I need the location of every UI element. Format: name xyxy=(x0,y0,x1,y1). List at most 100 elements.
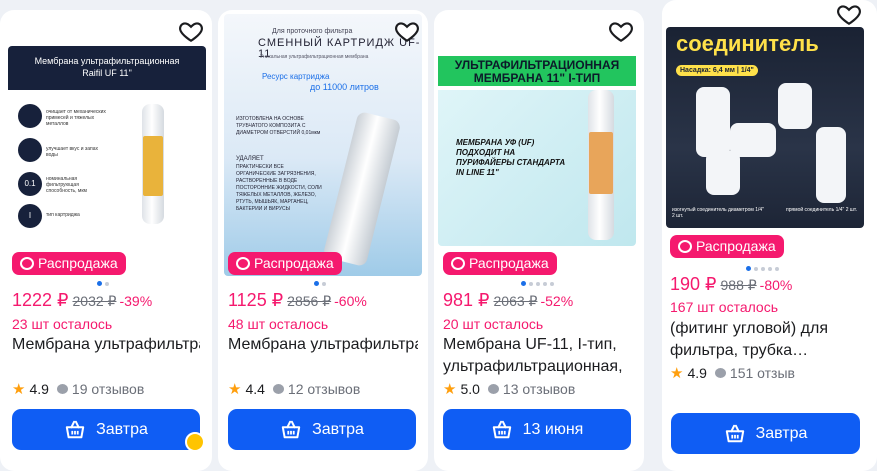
badge-label: Распродажа xyxy=(38,255,118,271)
reviews-count[interactable]: 13 отзывов xyxy=(503,381,575,397)
star-icon: ★ xyxy=(12,381,26,398)
add-to-cart-button[interactable]: 13 июня xyxy=(443,409,631,450)
rating-row: ★ 4.4 12 отзывов xyxy=(228,380,360,398)
current-price: 190 ₽ xyxy=(670,274,717,294)
sale-badge: Распродажа xyxy=(12,252,126,275)
image-text: улучшает вкус и запах воды xyxy=(46,146,98,158)
price-row: 190 ₽988 ₽ -80% xyxy=(670,274,792,295)
product-title[interactable]: (фитинг угловой) для xyxy=(670,318,864,340)
sale-icon xyxy=(678,240,692,253)
reviews-count[interactable]: 19 отзывов xyxy=(72,381,144,397)
button-label: Завтра xyxy=(755,424,808,442)
image-text: прямой соединитель 1/4" 2 шт. xyxy=(786,207,857,213)
cart-icon xyxy=(492,420,511,438)
image-banner: УЛЬТРАФИЛЬТРАЦИОННАЯ МЕМБРАНА 11" I-ТИП xyxy=(438,56,636,86)
price-row: 1222 ₽2032 ₽ -39% xyxy=(12,290,152,311)
favorite-button[interactable] xyxy=(836,1,862,27)
sale-icon xyxy=(451,257,465,270)
rating-row: ★ 4.9 151 отзыв xyxy=(670,364,795,382)
current-price: 1125 ₽ xyxy=(228,290,284,310)
add-to-cart-button[interactable]: Завтра xyxy=(12,409,200,450)
add-to-cart-button[interactable]: Завтра xyxy=(228,409,416,450)
image-text: ИЗГОТОВЛЕНА НА ОСНОВЕ ТРУБЧАТОГО КОМПОЗИ… xyxy=(236,116,321,136)
image-text: ПРАКТИЧЕСКИ ВСЕ ОРГАНИЧЕСКИЕ ЗАГРЯЗНЕНИЯ… xyxy=(236,164,322,212)
product-title[interactable]: Мембрана ультрафильтрационная… xyxy=(12,334,200,356)
favorite-button[interactable] xyxy=(394,18,420,44)
fitting-illustration xyxy=(706,151,740,195)
discount: -52% xyxy=(540,293,574,309)
rating-row: ★ 5.0 13 отзывов xyxy=(443,380,575,398)
feature-icon: 0.1 xyxy=(18,172,42,196)
badge-label: Распродажа xyxy=(469,255,549,271)
reviews-count[interactable]: 12 отзывов xyxy=(288,381,360,397)
favorite-button[interactable] xyxy=(178,18,204,44)
sale-badge: Распродажа xyxy=(443,252,557,275)
price-row: 981 ₽2063 ₽ -52% xyxy=(443,290,573,311)
product-image[interactable]: Мембрана ультрафильтрационная Raifil UF … xyxy=(8,46,206,242)
cart-icon xyxy=(725,424,744,442)
rating-value: 5.0 xyxy=(460,381,480,397)
button-label: 13 июня xyxy=(522,420,584,438)
cartridge-illustration xyxy=(322,110,402,268)
image-text: тип картриджа xyxy=(46,212,80,218)
stock-left: 20 шт осталось xyxy=(443,316,544,332)
favorite-button[interactable] xyxy=(608,18,634,44)
rating-row: ★ 4.9 19 отзывов xyxy=(12,380,144,398)
product-title[interactable]: Мембрана UF-11, I-тип, ультрафильтрацион… xyxy=(443,334,631,378)
rating-value: 4.9 xyxy=(687,365,707,381)
feature-icon: I xyxy=(18,204,42,228)
current-price: 1222 ₽ xyxy=(12,290,69,310)
product-title-line2[interactable]: фильтра, трубка… xyxy=(670,340,864,362)
image-text: Raifil UF 11" xyxy=(82,68,132,78)
star-icon: ★ xyxy=(670,365,684,382)
heart-icon xyxy=(609,22,633,43)
comment-icon xyxy=(56,384,68,394)
image-text: номинальная фильтрующая способность, мкм xyxy=(46,176,87,194)
current-price: 981 ₽ xyxy=(443,290,490,310)
old-price: 2063 ₽ xyxy=(493,293,538,309)
rating-value: 4.4 xyxy=(245,381,265,397)
stock-left: 48 шт осталось xyxy=(228,316,329,332)
heart-icon xyxy=(179,22,203,43)
promo-icon xyxy=(185,432,205,452)
old-price: 2856 ₽ xyxy=(287,293,332,309)
image-text: очищает от механических примесей и тяжел… xyxy=(46,109,106,127)
add-to-cart-button[interactable]: Завтра xyxy=(671,413,860,454)
fitting-illustration xyxy=(816,127,846,203)
image-text: Мембрана ультрафильтрационная xyxy=(34,56,180,66)
fitting-illustration xyxy=(778,83,812,129)
image-text: МЕМБРАНА УФ (UF) ПОДХОДИТ НА ПУРИФАЙЕРЫ … xyxy=(456,138,566,177)
button-label: Завтра xyxy=(312,420,364,438)
cart-icon xyxy=(281,420,301,438)
star-icon: ★ xyxy=(443,381,457,398)
feature-icon xyxy=(18,138,42,162)
sale-badge: Распродажа xyxy=(670,235,784,258)
image-text: Для проточного фильтра xyxy=(272,28,353,35)
comment-icon xyxy=(272,384,284,394)
image-carousel-dots[interactable] xyxy=(521,281,554,286)
rating-value: 4.9 xyxy=(29,381,49,397)
reviews-count[interactable]: 151 отзыв xyxy=(730,365,795,381)
image-carousel-dots[interactable] xyxy=(314,281,326,286)
image-text: соединитель xyxy=(676,31,819,56)
cartridge-label xyxy=(143,136,163,196)
price-row: 1125 ₽2856 ₽ -60% xyxy=(228,290,367,311)
sale-icon xyxy=(236,257,250,270)
image-carousel-dots[interactable] xyxy=(97,281,109,286)
product-title[interactable]: Мембрана ультрафильтрационная… xyxy=(228,334,418,356)
product-image[interactable]: Для проточного фильтра СМЕННЫЙ КАРТРИДЖ … xyxy=(224,14,422,276)
stock-left: 23 шт осталось xyxy=(12,316,113,332)
button-label: Завтра xyxy=(96,420,148,438)
cartridge-label xyxy=(589,132,613,194)
product-image[interactable]: УЛЬТРАФИЛЬТРАЦИОННАЯ МЕМБРАНА 11" I-ТИП … xyxy=(438,46,636,246)
image-carousel-dots[interactable] xyxy=(746,266,779,271)
discount: -60% xyxy=(334,293,367,309)
image-text: до 11000 литров xyxy=(310,82,379,92)
image-text: Ресурс картриджа xyxy=(262,72,330,81)
image-text: Насадка: 6,4 мм | 1/4" xyxy=(676,65,758,76)
comment-icon xyxy=(714,368,726,378)
image-banner: Мембрана ультрафильтрационная Raifil UF … xyxy=(8,46,206,90)
old-price: 2032 ₽ xyxy=(72,293,117,309)
product-image[interactable]: соединитель Насадка: 6,4 мм | 1/4" изогн… xyxy=(666,27,864,228)
discount: -39% xyxy=(119,293,153,309)
